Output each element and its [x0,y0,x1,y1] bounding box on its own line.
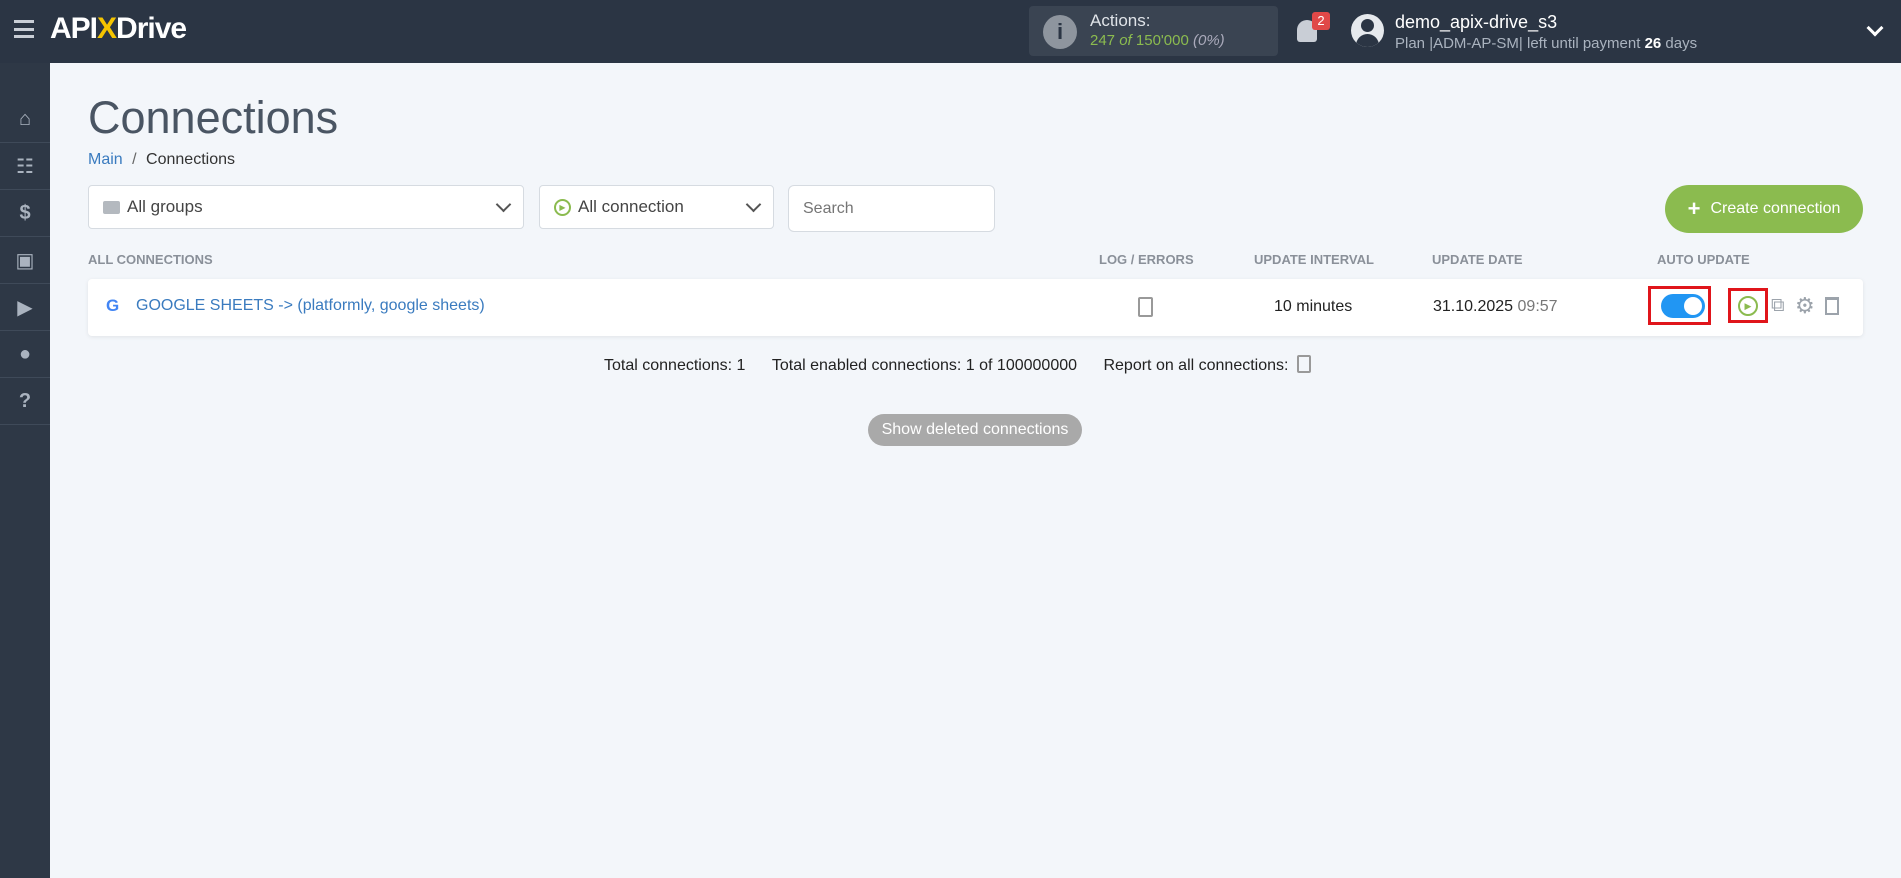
chevron-down-icon [745,196,762,212]
gear-icon[interactable]: ⚙ [1795,293,1815,319]
log-file-icon[interactable] [1138,297,1153,317]
username[interactable]: demo_apix-drive_s3 [1395,12,1557,33]
folder-icon [103,200,120,214]
copy-icon[interactable]: ⧉ [1771,295,1785,317]
plus-icon: + [1687,196,1701,221]
briefcase-icon[interactable]: ▣ [0,237,50,284]
notification-badge: 2 [1312,12,1330,30]
actions-label: Actions: [1090,11,1151,30]
total-connections: Total connections: 1 [604,357,746,374]
auto-update-toggle[interactable] [1661,294,1705,318]
table-row: G GOOGLE SHEETS -> (platformly, google s… [88,279,1863,336]
sidebar: ⌂ ☷ $ ▣ ▶ ● ? [0,63,50,878]
chevron-down-icon[interactable] [1866,19,1884,37]
youtube-icon[interactable]: ▶ [0,284,50,331]
create-connection-button[interactable]: + Create connection [1665,185,1863,233]
help-icon[interactable]: ? [0,378,50,425]
breadcrumb: Main / Connections [88,151,235,168]
logo[interactable]: APIXDrive [50,12,187,46]
page-title: Connections [88,92,339,143]
plan-info: Plan |ADM-AP-SM| left until payment 26 d… [1395,35,1698,52]
connection-name-link[interactable]: GOOGLE SHEETS -> (platformly, google she… [136,297,485,315]
search-input[interactable] [788,185,995,232]
col-log-errors: LOG / ERRORS [1099,252,1194,267]
actions-count: 247 of 150'000 (0%) [1090,32,1225,49]
totals: Total connections: 1 Total enabled conne… [604,355,1311,375]
update-date: 31.10.2025 09:57 [1433,298,1558,315]
dollar-icon[interactable]: $ [0,190,50,237]
actions-panel: i Actions: 247 of 150'000 (0%) [1029,6,1278,56]
google-icon: G [106,296,120,315]
report-file-icon[interactable] [1296,355,1311,373]
home-icon[interactable]: ⌂ [0,96,50,143]
total-enabled: Total enabled connections: 1 of 10000000… [771,357,1078,374]
trash-icon[interactable] [1825,297,1839,315]
show-deleted-button[interactable]: Show deleted connections [868,414,1082,446]
update-interval: 10 minutes [1274,298,1353,315]
avatar[interactable] [1351,14,1384,47]
play-icon: ▶ [554,198,571,216]
chevron-down-icon [495,196,512,212]
menu-icon[interactable] [14,20,34,38]
col-update-interval: UPDATE INTERVAL [1254,252,1374,267]
breadcrumb-main[interactable]: Main [88,151,123,168]
user-icon[interactable]: ● [0,331,50,378]
info-icon: i [1043,15,1077,49]
run-play-icon[interactable]: ▶ [1738,296,1758,316]
col-auto-update: AUTO UPDATE [1657,252,1750,267]
report-label: Report on all connections: [1103,357,1289,374]
col-update-date: UPDATE DATE [1432,252,1523,267]
groups-select[interactable]: All groups [88,185,524,229]
connection-filter-select[interactable]: ▶ All connection [539,185,774,229]
col-all-connections: ALL CONNECTIONS [88,252,213,267]
top-header: APIXDrive i Actions: 247 of 150'000 (0%)… [0,0,1901,63]
breadcrumb-current: Connections [146,151,235,168]
sitemap-icon[interactable]: ☷ [0,143,50,190]
